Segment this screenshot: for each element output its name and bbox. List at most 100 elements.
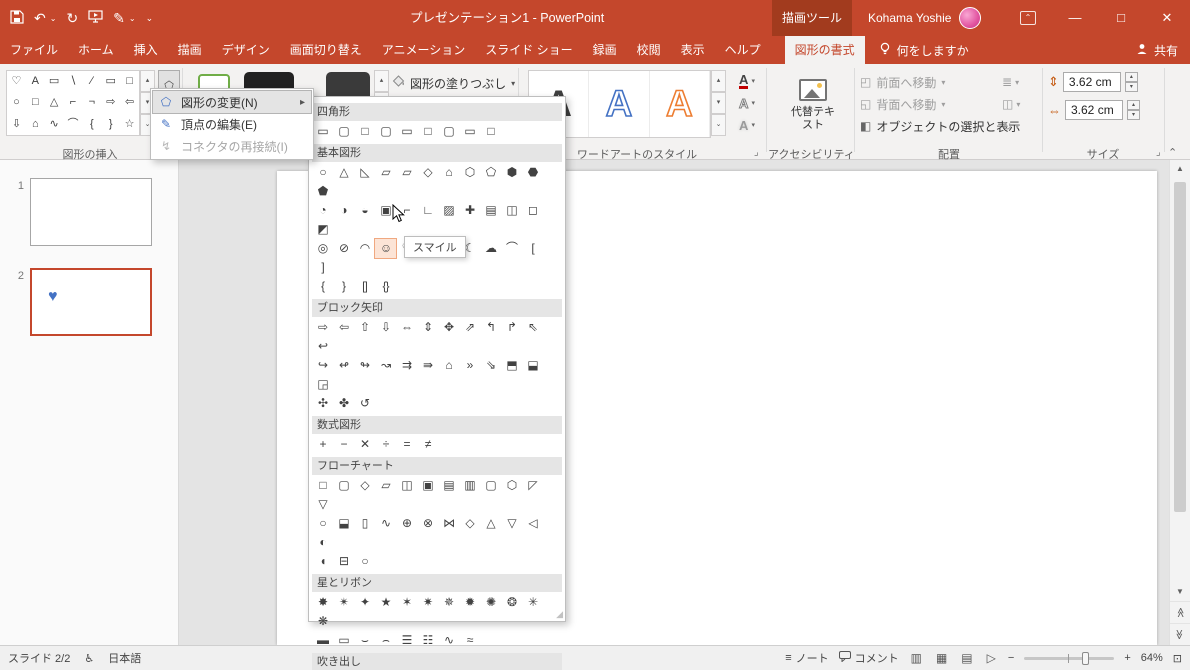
scrollbar-thumb[interactable] [1174,182,1186,512]
shape-item[interactable]: ◖ [312,552,333,571]
shape-item[interactable]: ⬠ [480,163,501,182]
shape-item[interactable]: ↩ [312,337,333,356]
maximize-button[interactable]: □ [1098,0,1144,36]
wordart-dialog-launcher-icon[interactable]: ⌟ [754,147,759,158]
slide-thumbnail[interactable]: ♥ [30,268,152,336]
account-area[interactable]: Kohama Yoshie [868,0,982,36]
shape-item[interactable]: ⋈ [438,514,459,533]
shape-item[interactable]: ↺ [354,394,375,413]
tab-help[interactable]: ヘルプ [715,36,771,64]
pen-input-icon[interactable]: ✎ [113,10,125,27]
gallery-shape[interactable]: ▭ [101,71,120,92]
tab-transitions[interactable]: 画面切り替え [280,36,372,64]
shape-item[interactable]: △ [480,514,501,533]
collapse-ribbon-icon[interactable]: ⌃ [1168,146,1177,159]
shape-item[interactable]: ⇔ [396,318,417,337]
customize-qat-icon[interactable]: ⌄ [146,13,154,24]
shape-item[interactable]: ▭ [312,122,333,141]
shape-item[interactable]: ⇘ [480,356,501,375]
shape-item[interactable]: ✕ [354,435,375,454]
shape-item[interactable]: ☺ [374,238,397,259]
tab-insert[interactable]: 挿入 [124,36,168,64]
height-stepper[interactable]: ▴ ▾ [1124,72,1138,92]
step-down-icon[interactable]: ▾ [1127,110,1140,120]
tab-view[interactable]: 表示 [671,36,715,64]
text-effects-button[interactable]: A ▾ [729,114,765,136]
rotate-objects-button[interactable]: ↻ ▾ [1002,116,1019,136]
undo-icon[interactable]: ↶ [34,10,46,27]
shape-item[interactable]: ↫ [333,356,354,375]
slide-thumbnail[interactable] [30,178,152,246]
minimize-button[interactable]: — [1052,0,1098,36]
scrollbar-track[interactable] [1170,178,1190,583]
shape-item[interactable]: ✳ [522,593,543,612]
shape-item[interactable]: ▤ [438,476,459,495]
shape-item[interactable]: △ [333,163,354,182]
scroll-up-icon[interactable]: ▴ [374,70,389,92]
gallery-shape[interactable]: ⇨ [101,92,120,113]
shape-item[interactable]: ⇛ [417,356,438,375]
shape-item[interactable]: ◻ [522,201,543,220]
align-objects-button[interactable]: ≣ ▾ [1002,72,1019,92]
menu-item-edit-points[interactable]: ✎ 頂点の編集(E) [153,113,311,135]
shape-item[interactable]: ▣ [417,476,438,495]
shape-item[interactable]: ∿ [375,514,396,533]
shape-item[interactable]: ◩ [312,220,333,239]
shape-item[interactable]: ▥ [459,476,480,495]
tab-shape-format[interactable]: 図形の書式 [784,36,865,64]
shape-item[interactable]: ◲ [312,375,333,394]
shape-item[interactable]: ◎ [312,239,333,258]
shape-item[interactable]: [ [522,239,543,258]
next-slide-button[interactable]: ≪ [1170,623,1190,645]
tab-home[interactable]: ホーム [68,36,124,64]
shape-item[interactable]: } [333,277,354,296]
redo-icon[interactable]: ↻ [66,10,78,27]
shape-item[interactable]: ⬡ [459,163,480,182]
shape-item[interactable]: ▱ [375,476,396,495]
shape-item[interactable]: [] [354,277,375,296]
vertical-scrollbar[interactable]: ▲ ▼ ≪ ≪ [1169,160,1190,645]
slide-indicator[interactable]: スライド 2/2 [8,650,70,666]
width-stepper[interactable]: ▴ ▾ [1127,100,1140,120]
shape-item[interactable]: {} [375,277,396,296]
shape-item[interactable]: ≠ [417,435,438,454]
alt-text-button[interactable]: 代替テキスト [774,68,852,142]
gallery-shape[interactable]: ⌐ [64,92,83,113]
shape-item[interactable]: + [312,435,333,454]
shape-item[interactable]: ☁ [480,239,501,258]
shape-item[interactable]: ∟ [417,201,438,220]
comments-button[interactable]: コメント [838,650,899,666]
shape-item[interactable]: ◺ [354,163,375,182]
selection-pane-button[interactable]: ◧ オブジェクトの選択と表示 [860,116,1020,136]
shape-item[interactable]: ⊟ [333,552,354,571]
shape-item[interactable]: ✸ [312,593,333,612]
shape-item[interactable]: ⊘ [333,239,354,258]
step-up-icon[interactable]: ▴ [1124,72,1138,82]
shape-item[interactable]: □ [417,122,438,141]
shape-item[interactable]: ◐ [312,533,333,552]
gallery-shape[interactable]: ○ [7,92,26,113]
shape-item[interactable]: ⇦ [333,318,354,337]
send-backward-button[interactable]: ◱ 背面へ移動 ▾ [860,94,945,114]
tab-animations[interactable]: アニメーション [372,36,476,64]
reading-view-icon[interactable]: ▤ [959,651,974,665]
shape-item[interactable]: □ [312,476,333,495]
shape-item[interactable]: ⌢ [375,631,396,650]
gallery-shape[interactable]: { [82,114,101,135]
accessibility-icon[interactable]: ♿ [84,652,94,665]
shape-item[interactable]: ⇖ [522,318,543,337]
pen-dropdown-icon[interactable]: ⌄ [129,14,136,23]
shape-item[interactable]: ⬣ [522,163,543,182]
gallery-shape[interactable]: ∕ [82,71,101,92]
shape-item[interactable]: ↝ [375,356,396,375]
ribbon-display-options-icon[interactable]: ⌃ [1020,11,1036,25]
shape-item[interactable]: ○ [312,514,333,533]
shape-height-field[interactable]: 3.62 cm [1062,72,1121,92]
shape-item[interactable]: { [312,277,333,296]
shape-item[interactable]: ▤ [480,201,501,220]
shape-fill-button[interactable]: 図形の塗りつぶし ▾ [392,73,515,93]
shape-item[interactable]: ❂ [501,593,522,612]
notes-button[interactable]: ≡ ノート [785,650,828,666]
shape-item[interactable]: ◫ [501,201,522,220]
shape-item[interactable]: ] [312,258,333,277]
